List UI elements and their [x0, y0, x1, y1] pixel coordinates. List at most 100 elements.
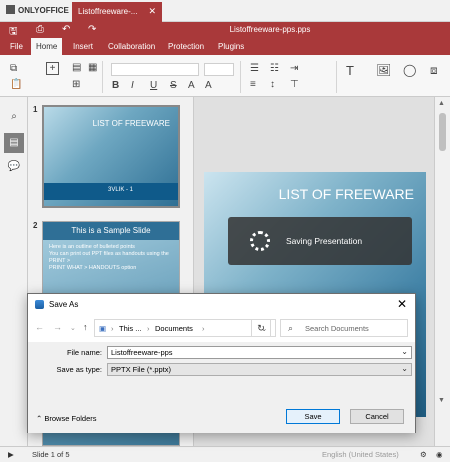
- file-name-label: File name:: [66, 348, 102, 357]
- status-bar: ▶ Slide 1 of 5 English (United States) ⚙…: [0, 446, 450, 462]
- menu-file[interactable]: File: [5, 38, 28, 55]
- chevron-down-icon[interactable]: ⌄: [70, 324, 76, 332]
- divider: [240, 61, 241, 93]
- slides-icon[interactable]: ▤: [4, 133, 24, 153]
- cancel-button[interactable]: Cancel: [350, 409, 404, 424]
- dialog-title: Save As: [49, 300, 79, 309]
- line-spacing-icon[interactable]: ↕: [270, 79, 275, 90]
- document-tab[interactable]: Listoffreeware-... ✕: [72, 2, 162, 22]
- file-name-value: Listoffreeware-pps: [111, 348, 173, 357]
- font-name-select[interactable]: [111, 63, 199, 76]
- thumbnail-title: This is a Sample Slide: [43, 222, 179, 240]
- shape-icon[interactable]: ◯: [403, 63, 416, 77]
- menu-bar: File Home Insert Collaboration Protectio…: [0, 38, 450, 55]
- dialog-form: File name: Listoffreeware-pps ⌄ Save as …: [28, 342, 415, 400]
- toolbar: ⧉ 📋 + ▤ ⊞ ▦ B I U S A A ☰ ☷ ⇥ ≡ ↕ ⊤ T 🖼 …: [0, 55, 450, 97]
- reset-icon[interactable]: ⊞: [72, 79, 80, 90]
- refresh-icon: ↻: [257, 323, 265, 333]
- chevron-right-icon: ›: [111, 324, 114, 333]
- scroll-up-icon[interactable]: ▲: [438, 100, 445, 107]
- browse-folders-toggle[interactable]: ⌃ Browse Folders: [36, 414, 97, 423]
- italic-icon[interactable]: I: [131, 80, 134, 91]
- main-slide-title: LIST OF FREEWARE: [278, 186, 414, 202]
- breadcrumb-item[interactable]: This ...: [119, 324, 142, 333]
- list-item: PRINT WHAT > HANDOUTS option: [49, 265, 137, 271]
- scroll-down-icon[interactable]: ▼: [438, 397, 445, 404]
- vertical-scrollbar[interactable]: ▲ ▼: [434, 97, 450, 446]
- save-button[interactable]: Save: [286, 409, 340, 424]
- document-title: Listoffreeware-pps.pps: [229, 25, 311, 34]
- chevron-down-icon[interactable]: ⌄: [401, 347, 408, 356]
- search-placeholder: Search Documents: [305, 324, 369, 333]
- divider: [102, 61, 103, 93]
- save-type-label: Save as type:: [56, 365, 102, 374]
- align-left-icon[interactable]: ≡: [250, 79, 256, 90]
- underline-icon[interactable]: U: [150, 80, 157, 91]
- browse-folders-label: Browse Folders: [44, 414, 97, 423]
- logo-icon: [6, 5, 15, 14]
- forward-icon[interactable]: →: [53, 322, 62, 332]
- save-as-dialog: Save As ✕ ← → ⌄ ↑ ▣ › This ... › Documen…: [27, 293, 416, 433]
- refresh-button[interactable]: ↻: [251, 319, 271, 337]
- menu-home[interactable]: Home: [31, 38, 63, 55]
- paste-icon[interactable]: 📋: [10, 79, 22, 90]
- save-type-value: PPTX File (*.pptx): [111, 365, 172, 374]
- arrange-icon[interactable]: ⧈: [430, 63, 438, 78]
- theme-icon[interactable]: ▦: [88, 62, 97, 73]
- globe-icon[interactable]: ◉: [436, 450, 443, 459]
- slide-number: 2: [33, 221, 38, 230]
- menu-insert[interactable]: Insert: [68, 38, 98, 55]
- divider: [336, 61, 337, 93]
- font-size-select[interactable]: [204, 63, 234, 76]
- thumbnail-footer-bar: 3VLIK - 1: [44, 183, 178, 200]
- bold-icon[interactable]: B: [112, 80, 119, 91]
- logo-text: ONLYOFFICE: [18, 6, 69, 15]
- back-icon[interactable]: ←: [35, 322, 44, 332]
- search-icon: ⌕: [288, 323, 294, 333]
- close-tab-icon[interactable]: ✕: [148, 6, 156, 17]
- image-icon[interactable]: 🖼: [376, 63, 391, 77]
- saving-overlay: Saving Presentation: [228, 217, 412, 265]
- add-slide-icon[interactable]: +: [46, 62, 59, 75]
- subscript-icon[interactable]: A: [205, 80, 212, 91]
- saving-text: Saving Presentation: [286, 236, 363, 246]
- spinner-icon: [250, 231, 270, 251]
- strikethrough-icon[interactable]: S: [170, 80, 177, 91]
- file-name-field[interactable]: Listoffreeware-pps ⌄: [107, 346, 412, 359]
- computer-icon: ▣: [99, 324, 107, 333]
- menu-plugins[interactable]: Plugins: [213, 38, 249, 55]
- search-icon[interactable]: ⌕: [4, 107, 24, 127]
- breadcrumb-item[interactable]: Documents: [155, 324, 193, 333]
- spellcheck-icon[interactable]: ⚙: [420, 450, 427, 459]
- list-item: PRINT >: [49, 258, 71, 264]
- comments-icon[interactable]: 💬: [4, 157, 24, 177]
- numbering-icon[interactable]: ☷: [270, 63, 279, 74]
- thumbnail-bullets: Here is an outline of bulleted points Yo…: [49, 244, 174, 272]
- thumbnail-footer: 3VLIK - 1: [108, 187, 134, 193]
- textbox-icon[interactable]: T: [346, 63, 354, 78]
- app-logo: ONLYOFFICE: [6, 5, 69, 15]
- close-icon[interactable]: ✕: [397, 297, 407, 311]
- search-input[interactable]: ⌕ Search Documents: [280, 319, 408, 337]
- layout-icon[interactable]: ▤: [72, 62, 81, 73]
- chevron-right-icon: ›: [147, 324, 150, 333]
- chevron-up-icon: ⌃: [36, 414, 43, 423]
- copy-icon[interactable]: ⧉: [10, 63, 17, 74]
- indent-icon[interactable]: ⇥: [290, 63, 298, 74]
- dialog-footer: ⌃ Browse Folders Save Cancel: [28, 400, 415, 433]
- breadcrumb[interactable]: ▣ › This ... › Documents › ⌄: [94, 319, 276, 337]
- list-item: Here is an outline of bulleted points: [49, 244, 135, 250]
- up-icon[interactable]: ↑: [83, 322, 88, 332]
- bullets-icon[interactable]: ☰: [250, 63, 259, 74]
- language-indicator[interactable]: English (United States): [322, 450, 399, 459]
- slideshow-icon[interactable]: ▶: [8, 450, 14, 459]
- slide-thumbnail-1[interactable]: LIST OF FREEWARE 3VLIK - 1: [42, 105, 180, 208]
- document-tab-label: Listoffreeware-...: [78, 7, 138, 16]
- save-type-select[interactable]: PPTX File (*.pptx) ⌄: [107, 363, 412, 376]
- editor-header: 🖫 ⎙ ↶ ↷ Listoffreeware-pps.pps: [0, 22, 450, 38]
- menu-protection[interactable]: Protection: [163, 38, 209, 55]
- scroll-thumb[interactable]: [439, 113, 446, 151]
- valign-icon[interactable]: ⊤: [290, 79, 299, 90]
- menu-collaboration[interactable]: Collaboration: [103, 38, 160, 55]
- superscript-icon[interactable]: A: [188, 80, 195, 91]
